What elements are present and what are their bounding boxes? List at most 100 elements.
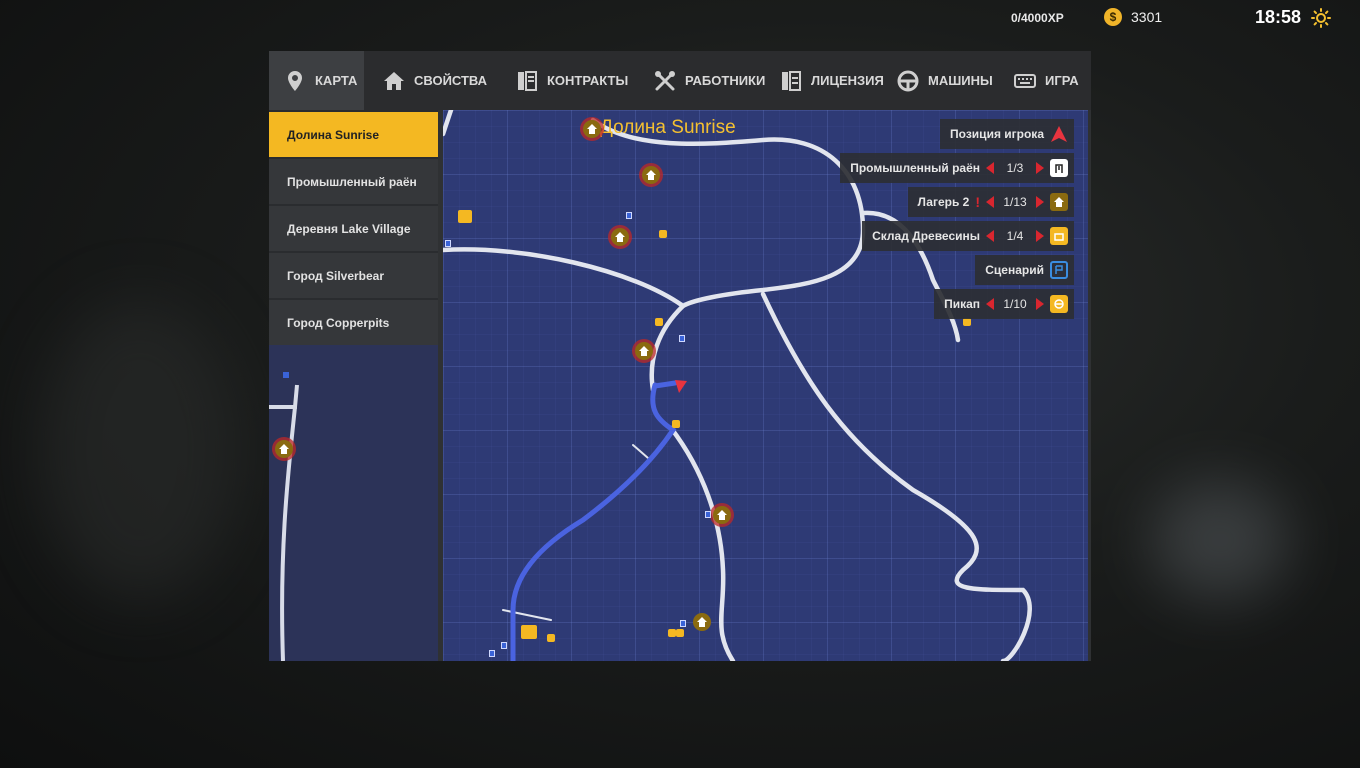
- industry-icon: [1050, 159, 1068, 177]
- keyboard-icon: [1014, 73, 1036, 88]
- tab-label: СВОЙСТВА: [414, 73, 488, 88]
- house-icon: [1050, 193, 1068, 211]
- tab-properties[interactable]: СВОЙСТВА: [382, 51, 487, 110]
- next-arrow-icon[interactable]: [1036, 162, 1044, 174]
- tab-label: КАРТА: [315, 73, 358, 88]
- prev-arrow-icon[interactable]: [986, 298, 994, 310]
- legend-count: 1/3: [1006, 161, 1024, 175]
- legend-label: Позиция игрока: [950, 127, 1044, 141]
- sidebar-item-industrial-district[interactable]: Промышленный раён: [269, 159, 438, 205]
- sidebar-item-label: Долина Sunrise: [287, 127, 379, 142]
- steering-wheel-icon: [897, 70, 919, 91]
- parking-marker-icon: [626, 212, 632, 219]
- house-icon: [384, 71, 404, 90]
- lumber-icon: [1050, 227, 1068, 245]
- tab-vehicles[interactable]: МАШИНЫ: [896, 51, 993, 110]
- camp-marker-icon[interactable]: [635, 342, 653, 360]
- legend-label: Склад Древесины: [872, 229, 980, 243]
- camp-marker-icon[interactable]: [583, 120, 601, 138]
- tab-label: КОНТРАКТЫ: [547, 73, 629, 88]
- map-title: Долина Sunrise: [600, 117, 736, 138]
- parking-marker-icon: [680, 620, 686, 627]
- license-icon: [782, 70, 801, 91]
- pickup-icon: [1050, 295, 1068, 313]
- money-amount: 3301: [1131, 9, 1163, 25]
- prev-arrow-icon[interactable]: [986, 196, 994, 208]
- cargo-marker-icon[interactable]: [676, 629, 684, 637]
- player-arrow-icon: [1051, 126, 1067, 142]
- next-arrow-icon[interactable]: [1036, 196, 1044, 208]
- camp-marker-icon[interactable]: [642, 166, 660, 184]
- prev-arrow-icon[interactable]: [986, 230, 994, 242]
- legend-count: 1/13: [1003, 195, 1027, 209]
- legend-camp-2[interactable]: Лагерь 2 ! 1/13: [907, 187, 1074, 217]
- cargo-marker-icon[interactable]: [672, 420, 680, 428]
- tab-bar: КАРТА СВОЙСТВА КОНТРАКТЫ РАБОТНИКИ ЛИЦЕН…: [269, 51, 1091, 110]
- background-scenery-left: [40, 300, 240, 600]
- tab-label: РАБОТНИКИ: [685, 73, 766, 88]
- region-sidebar: Долина Sunrise Промышленный раён Деревня…: [269, 110, 438, 661]
- menu-window: КАРТА СВОЙСТВА КОНТРАКТЫ РАБОТНИКИ ЛИЦЕН…: [269, 51, 1091, 661]
- camp-marker-icon[interactable]: [693, 613, 711, 631]
- legend-industrial-district[interactable]: Промышленный раён 1/3: [840, 153, 1074, 183]
- tab-label: ЛИЦЕНЗИЯ: [811, 73, 884, 88]
- top-hud: 0/4000XP $ 3301 18:58: [0, 0, 1360, 40]
- legend-lumber-yard[interactable]: Склад Древесины 1/4: [862, 221, 1074, 251]
- tab-workers[interactable]: РАБОТНИКИ: [653, 51, 765, 110]
- tab-label: ИГРА: [1045, 73, 1079, 88]
- pickup-marker-icon[interactable]: [521, 625, 537, 639]
- parking-marker-icon: [679, 335, 685, 342]
- legend-label: Лагерь 2: [917, 195, 970, 209]
- camp-marker-icon[interactable]: [611, 228, 629, 246]
- cargo-marker-icon[interactable]: [659, 230, 667, 238]
- contract-icon: [518, 70, 537, 91]
- legend-player-position[interactable]: Позиция игрока: [940, 119, 1074, 149]
- legend-scenario[interactable]: Сценарий: [975, 255, 1074, 285]
- tab-label: МАШИНЫ: [928, 73, 993, 88]
- sidebar-item-sunrise-valley[interactable]: Долина Sunrise: [269, 112, 438, 158]
- prev-arrow-icon[interactable]: [986, 162, 994, 174]
- alert-icon: !: [975, 194, 980, 210]
- sidebar-item-lake-village[interactable]: Деревня Lake Village: [269, 206, 438, 252]
- tab-contracts[interactable]: КОНТРАКТЫ: [515, 51, 628, 110]
- cargo-marker-icon[interactable]: [547, 634, 555, 642]
- sidebar-item-label: Город Silverbear: [287, 268, 385, 283]
- sidebar-item-label: Деревня Lake Village: [287, 221, 411, 236]
- sun-icon: [1311, 8, 1331, 28]
- parking-marker-icon: [489, 650, 495, 657]
- scenario-flag-icon: [1050, 261, 1068, 279]
- camp-marker-icon[interactable]: [275, 440, 293, 458]
- cargo-marker-icon[interactable]: [668, 629, 676, 637]
- map-pin-icon: [288, 70, 302, 91]
- background-scenery: [1150, 480, 1290, 600]
- legend-label: Промышленный раён: [850, 161, 980, 175]
- camp-marker-icon[interactable]: [713, 506, 731, 524]
- tab-map[interactable]: КАРТА: [269, 51, 364, 110]
- cargo-marker-icon[interactable]: [963, 318, 971, 326]
- xp-counter: 0/4000XP: [1011, 11, 1064, 25]
- tab-game[interactable]: ИГРА: [1013, 51, 1079, 110]
- next-arrow-icon[interactable]: [1036, 298, 1044, 310]
- legend-label: Пикап: [944, 297, 980, 311]
- minimap-preview: [269, 345, 438, 661]
- parking-marker-icon: [705, 511, 711, 518]
- sidebar-item-label: Промышленный раён: [287, 174, 417, 189]
- legend-pickup[interactable]: Пикап 1/10: [934, 289, 1074, 319]
- map-view[interactable]: Долина Sunrise Позиция игрока Промышленн…: [443, 110, 1088, 661]
- sidebar-item-silverbear[interactable]: Город Silverbear: [269, 253, 438, 299]
- legend-count: 1/4: [1006, 229, 1024, 243]
- sidebar-item-copperpits[interactable]: Город Copperpits: [269, 300, 438, 346]
- tools-icon: [655, 70, 675, 90]
- legend-label: Сценарий: [985, 263, 1044, 277]
- coin-icon: $: [1104, 8, 1122, 26]
- legend-count: 1/10: [1003, 297, 1027, 311]
- clock-time: 18:58: [1255, 7, 1302, 27]
- parking-marker-icon: [501, 642, 507, 649]
- next-arrow-icon[interactable]: [1036, 230, 1044, 242]
- lumber-marker-icon[interactable]: [458, 210, 472, 223]
- cargo-marker-icon[interactable]: [655, 318, 663, 326]
- player-position-marker: [675, 380, 687, 393]
- parking-marker-icon: [445, 240, 451, 247]
- sidebar-item-label: Город Copperpits: [287, 315, 390, 330]
- tab-license[interactable]: ЛИЦЕНЗИЯ: [779, 51, 884, 110]
